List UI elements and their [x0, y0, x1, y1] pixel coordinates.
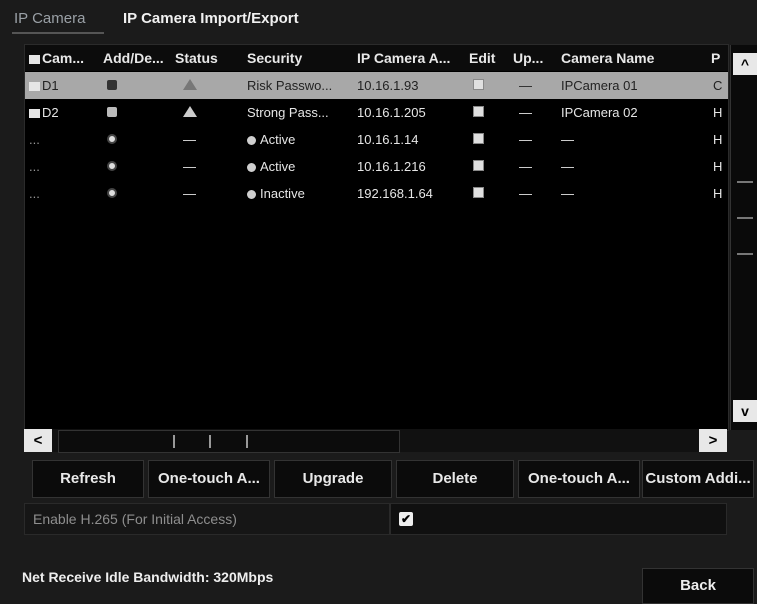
header-ip-address[interactable]: IP Camera A... [357, 50, 467, 66]
protocol: C [713, 78, 723, 93]
upgrade-status: — [519, 78, 532, 93]
vertical-scrollbar[interactable]: ^ v [730, 45, 757, 430]
header-upgrade[interactable]: Up... [513, 50, 549, 66]
table-header: Cam... Add/De... Status Security IP Came… [25, 45, 728, 71]
one-touch-adding-button[interactable]: One-touch A... [148, 460, 270, 498]
camera-no: ... [29, 132, 40, 147]
upgrade-status: — [519, 132, 532, 147]
scroll-mark [209, 435, 211, 448]
camera-name: — [561, 186, 574, 201]
protocol: H [713, 159, 723, 174]
row-checkbox[interactable] [29, 109, 40, 119]
scroll-mark [737, 181, 753, 183]
edit-icon[interactable] [473, 105, 484, 120]
camera-no: D2 [29, 105, 99, 120]
header-security[interactable]: Security [247, 50, 347, 66]
edit-icon[interactable] [473, 132, 484, 147]
header-camera-name[interactable]: Camera Name [561, 50, 701, 66]
horizontal-scrollbar[interactable]: < > [24, 429, 727, 453]
camera-name: IPCamera 02 [561, 105, 638, 120]
row-checkbox[interactable] [29, 82, 40, 92]
scroll-mark [173, 435, 175, 448]
h265-option-label: Enable H.265 (For Initial Access) [24, 503, 390, 535]
edit-icon[interactable] [473, 159, 484, 174]
ip-address: 192.168.1.64 [357, 186, 433, 201]
table-row[interactable]: D2 Strong Pass... 10.16.1.205 — IPCamera… [25, 99, 728, 126]
upgrade-status: — [519, 159, 532, 174]
edit-icon[interactable] [473, 78, 484, 93]
camera-no: D1 [29, 78, 99, 93]
scroll-mark [737, 217, 753, 219]
delete-icon[interactable] [107, 78, 117, 93]
header-edit[interactable]: Edit [469, 50, 509, 66]
status-dash: — [183, 132, 196, 147]
select-all-checkbox[interactable] [29, 54, 40, 64]
horizontal-scroll-thumb[interactable] [58, 430, 400, 453]
inactive-icon [247, 190, 256, 199]
status-dash: — [183, 186, 196, 201]
camera-name: — [561, 132, 574, 147]
delete-button[interactable]: Delete [396, 460, 514, 498]
camera-no: ... [29, 186, 40, 201]
protocol: H [713, 105, 723, 120]
custom-adding-button[interactable]: Custom Addi... [642, 460, 754, 498]
status-dash: — [183, 159, 196, 174]
scroll-left-button[interactable]: < [24, 429, 52, 452]
ip-address: 10.16.1.93 [357, 78, 419, 93]
action-buttons: Refresh One-touch A... Upgrade Delete On… [24, 460, 754, 498]
add-icon[interactable] [107, 159, 117, 174]
delete-icon[interactable] [107, 105, 117, 120]
scroll-mark [737, 253, 753, 255]
camera-no: ... [29, 159, 40, 174]
ip-address: 10.16.1.14 [357, 132, 419, 147]
tab-ip-camera[interactable]: IP Camera [14, 10, 85, 27]
scroll-mark [246, 435, 248, 448]
scroll-right-button[interactable]: > [699, 429, 727, 452]
active-icon [247, 163, 256, 172]
add-icon[interactable] [107, 132, 117, 147]
upgrade-button[interactable]: Upgrade [274, 460, 392, 498]
warning-icon [183, 78, 197, 93]
h265-checkbox[interactable]: ✔ [399, 512, 413, 526]
bandwidth-status: Net Receive Idle Bandwidth: 320Mbps [22, 569, 274, 585]
protocol: H [713, 132, 723, 147]
scroll-down-button[interactable]: v [733, 400, 757, 422]
ip-address: 10.16.1.216 [357, 159, 426, 174]
security-status: Active [247, 159, 355, 174]
back-button[interactable]: Back [642, 568, 754, 604]
h265-option-value: ✔ [390, 503, 727, 535]
upgrade-status: — [519, 105, 532, 120]
active-icon [247, 136, 256, 145]
add-icon[interactable] [107, 186, 117, 201]
tab-bar: IP Camera IP Camera Import/Export [0, 0, 757, 36]
edit-icon[interactable] [473, 186, 484, 201]
camera-name: — [561, 159, 574, 174]
header-camera[interactable]: Cam... [29, 50, 101, 66]
table-row[interactable]: ... — Active 10.16.1.216 — — H [25, 153, 728, 180]
upgrade-status: — [519, 186, 532, 201]
header-status[interactable]: Status [175, 50, 243, 66]
camera-name: IPCamera 01 [561, 78, 638, 93]
camera-table: Cam... Add/De... Status Security IP Came… [24, 44, 757, 431]
refresh-button[interactable]: Refresh [32, 460, 144, 498]
security-status: Risk Passwo... [247, 78, 333, 93]
security-status: Inactive [247, 186, 355, 201]
ip-address: 10.16.1.205 [357, 105, 426, 120]
h265-option-row: Enable H.265 (For Initial Access) ✔ [24, 503, 727, 535]
table-row[interactable]: ... — Active 10.16.1.14 — — H [25, 126, 728, 153]
active-tab-indicator [12, 32, 104, 34]
security-status: Strong Pass... [247, 105, 329, 120]
tab-ip-camera-import-export[interactable]: IP Camera Import/Export [123, 10, 299, 27]
one-touch-activate-button[interactable]: One-touch A... [518, 460, 640, 498]
security-status: Active [247, 132, 355, 147]
warning-icon [183, 105, 197, 120]
table-row[interactable]: ... — Inactive 192.168.1.64 — — H [25, 180, 728, 207]
protocol: H [713, 186, 723, 201]
header-protocol[interactable]: P [711, 50, 725, 66]
scroll-up-button[interactable]: ^ [733, 53, 757, 75]
table-row[interactable]: D1 Risk Passwo... 10.16.1.93 — IPCamera … [25, 72, 728, 99]
header-add-delete[interactable]: Add/De... [103, 50, 173, 66]
